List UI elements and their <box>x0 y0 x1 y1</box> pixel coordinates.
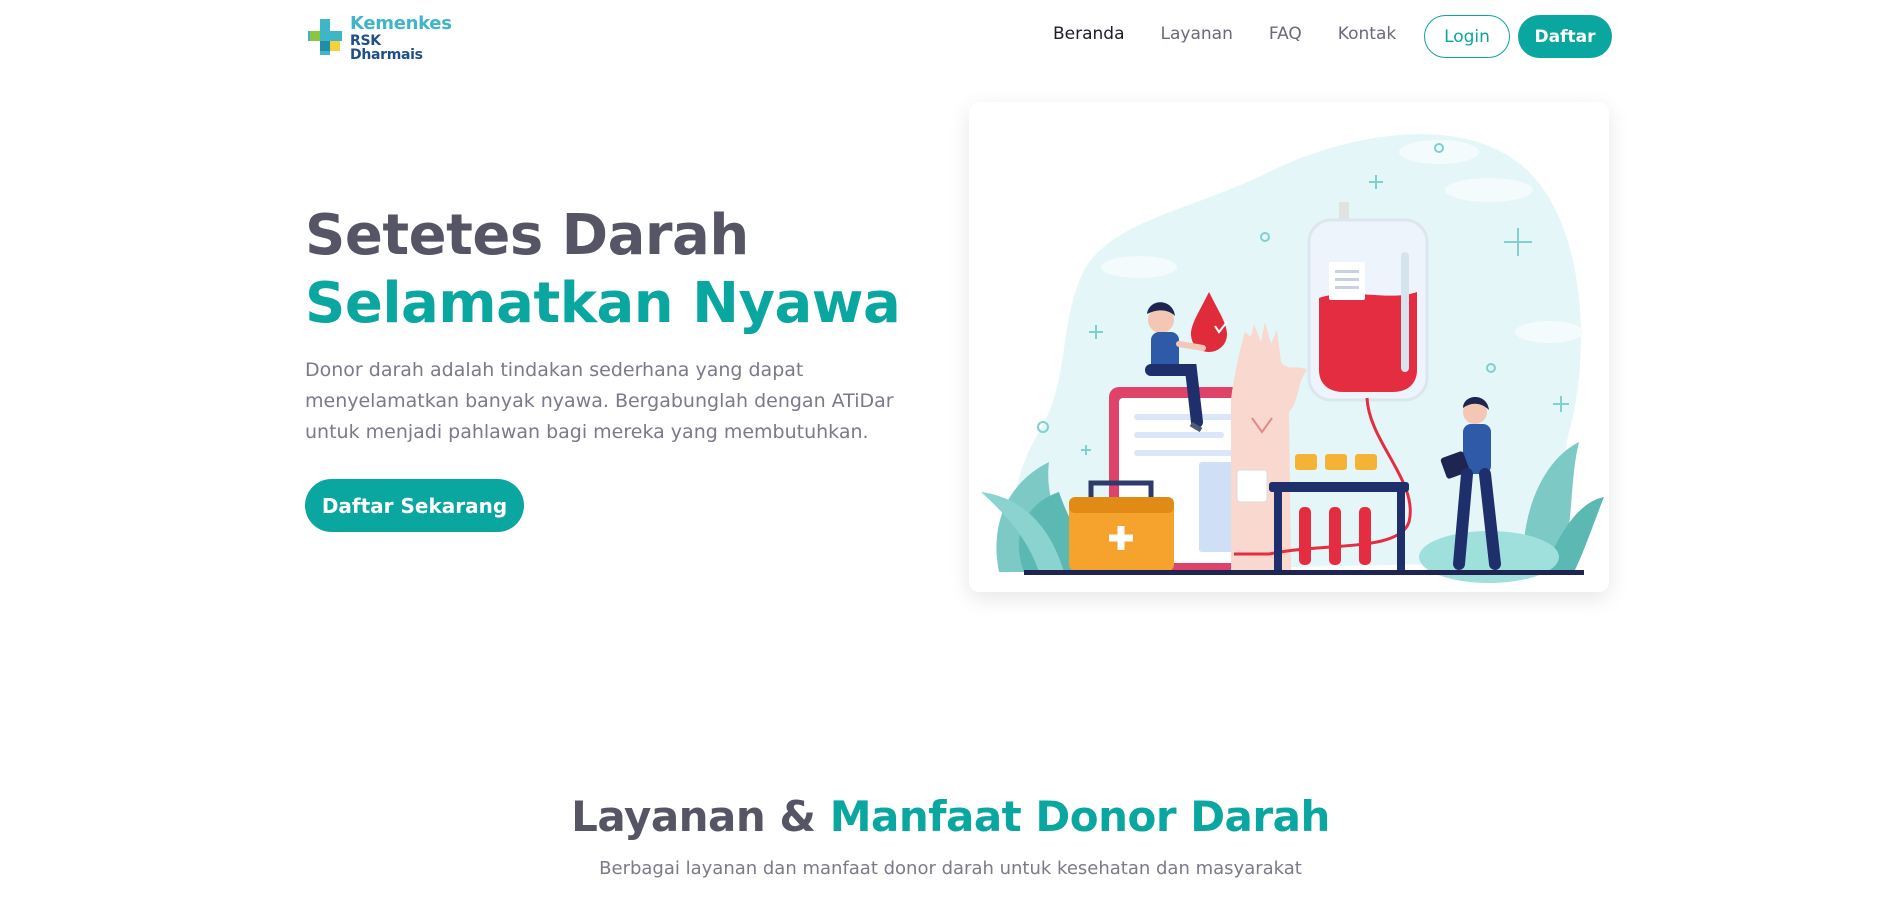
brand-name-line1: Kemenkes <box>350 12 452 34</box>
blood-donation-illustration <box>981 134 1604 583</box>
register-button[interactable]: Daftar <box>1518 15 1612 58</box>
dharmais-logo-icon <box>308 19 342 55</box>
nav-item-beranda[interactable]: Beranda <box>1053 24 1125 44</box>
nav-item-kontak[interactable]: Kontak <box>1338 24 1396 44</box>
services-title-part2: Manfaat Donor Darah <box>829 792 1331 841</box>
hero-title-line2: Selamatkan Nyawa <box>305 271 901 336</box>
register-now-button[interactable]: Daftar Sekarang <box>305 479 524 532</box>
main-menu: Beranda Layanan FAQ Kontak <box>1053 24 1432 44</box>
brand-logo[interactable]: Kemenkes RSK Dharmais <box>306 12 456 63</box>
hero-title: Setetes Darah Selamatkan Nyawa <box>305 202 901 338</box>
nav-item-layanan[interactable]: Layanan <box>1161 24 1233 44</box>
hero-title-line1: Setetes Darah <box>305 203 749 268</box>
nav-item-faq[interactable]: FAQ <box>1269 24 1302 44</box>
hero-description: Donor darah adalah tindakan sederhana ya… <box>305 359 894 443</box>
services-title-part1: Layanan & <box>571 792 816 841</box>
services-title: Layanan & Manfaat Donor Darah <box>0 792 1901 841</box>
hero-illustration-card <box>969 102 1609 592</box>
navbar: Kemenkes RSK Dharmais Beranda Layanan FA… <box>0 0 1901 72</box>
login-button[interactable]: Login <box>1424 15 1510 58</box>
brand-name-line2: RSK Dharmais <box>350 32 423 63</box>
services-subtitle: Berbagai layanan dan manfaat donor darah… <box>599 858 1302 879</box>
